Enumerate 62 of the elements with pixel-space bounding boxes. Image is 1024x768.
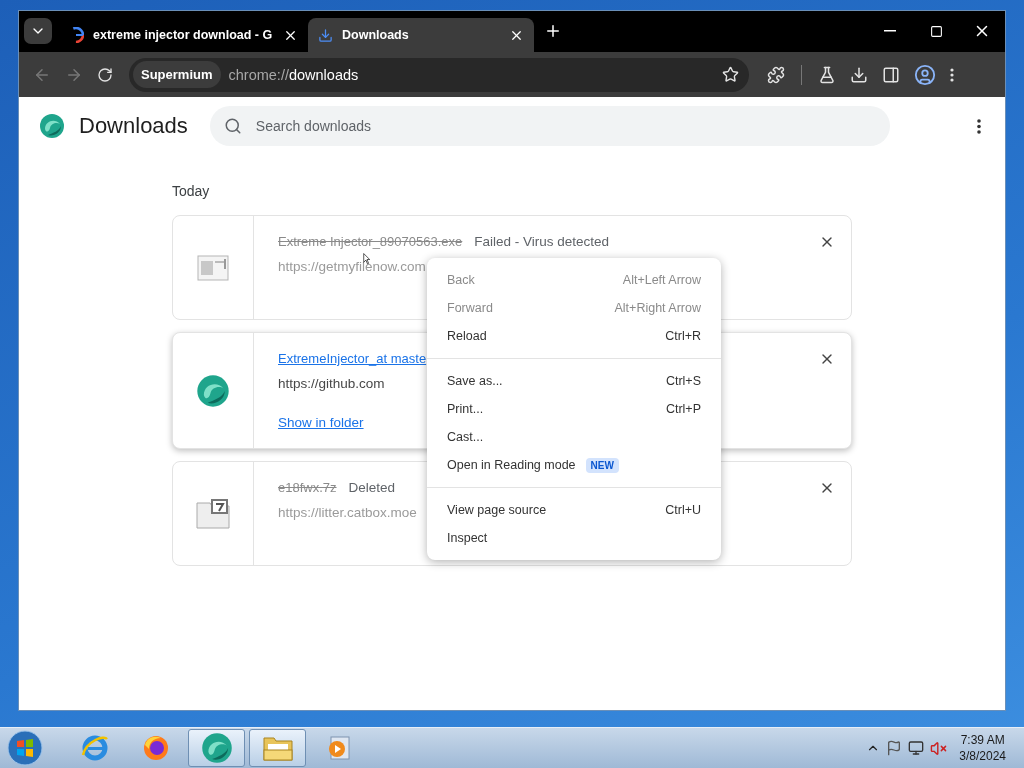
- taskbar-button[interactable]: [249, 729, 306, 767]
- browser-tab[interactable]: extreme injector download - G: [58, 18, 308, 52]
- section-heading: Today: [172, 183, 211, 199]
- app-icon: [200, 732, 233, 764]
- side-panel-icon: [882, 65, 900, 84]
- shortcut-text: Alt+Right Arrow: [614, 301, 701, 315]
- puzzle-icon: [767, 65, 785, 84]
- shortcut-text: Ctrl+P: [665, 402, 701, 416]
- search-icon: [223, 117, 242, 135]
- menu-item[interactable]: Print... Ctrl+P: [427, 395, 721, 423]
- menu-icon: [950, 67, 954, 82]
- source-url: https://getmyfilenow.com: [278, 259, 426, 274]
- flask-icon: [818, 65, 836, 84]
- download-icon: [850, 65, 868, 84]
- new-badge: NEW: [585, 457, 619, 473]
- shortcut-text: Alt+Left Arrow: [622, 273, 701, 287]
- shortcut-text: Ctrl+U: [665, 503, 701, 517]
- menu-icon: [977, 118, 981, 134]
- menu-item[interactable]: View page source Ctrl+U: [427, 496, 721, 524]
- document-icon: [197, 254, 229, 281]
- shortcut-text: Ctrl+R: [665, 329, 701, 343]
- menu-item[interactable]: Open in Reading mode NEW: [427, 451, 721, 479]
- volume-muted-icon[interactable]: [930, 739, 948, 757]
- browser-icon: [79, 733, 110, 763]
- menu-item[interactable]: Cast...: [427, 423, 721, 451]
- search-field[interactable]: Search downloads: [209, 106, 890, 146]
- flag-icon[interactable]: [886, 740, 903, 756]
- start-button[interactable]: [6, 729, 44, 767]
- folder-icon: [261, 734, 294, 762]
- clock[interactable]: 7:39 AM 3/8/2024: [959, 732, 1006, 764]
- page-title: Downloads: [79, 113, 188, 139]
- show-in-folder-link[interactable]: Show in folder: [278, 415, 364, 430]
- plus-icon: [544, 22, 562, 40]
- site-chip[interactable]: Supermium: [133, 61, 221, 88]
- file-name: e18fwx.7z: [278, 480, 337, 495]
- browser-tab[interactable]: Downloads: [308, 18, 534, 52]
- reload-icon: [97, 66, 113, 83]
- menu-item[interactable]: Reload Ctrl+R: [427, 322, 721, 350]
- address-bar[interactable]: Supermium chrome://downloads: [129, 57, 749, 92]
- menu-item[interactable]: Inspect: [427, 524, 721, 552]
- user-icon: [914, 63, 936, 86]
- file-icon: [196, 498, 230, 529]
- source-url: https://litter.catbox.moe: [278, 505, 417, 520]
- network-icon[interactable]: [908, 740, 925, 756]
- download-status: Deleted: [348, 480, 396, 495]
- app-logo-icon: [39, 113, 65, 139]
- download-icon: [318, 27, 333, 43]
- maximize-icon: [929, 24, 943, 38]
- download-status: Failed - Virus detected: [474, 234, 610, 249]
- clock-date: 3/8/2024: [959, 748, 1006, 764]
- file-name: Extreme Injector_89070563.exe: [278, 234, 463, 249]
- source-url: https://github.com: [278, 376, 385, 391]
- shortcut-text: Ctrl+S: [665, 374, 701, 388]
- clock-time: 7:39 AM: [960, 732, 1005, 748]
- app-icon: [196, 373, 230, 408]
- star-icon: [722, 66, 739, 83]
- file-name[interactable]: ExtremeInjector_at maste: [278, 351, 427, 366]
- url-text: chrome://downloads: [228, 66, 360, 83]
- tab-search-button[interactable]: [24, 18, 52, 44]
- taskbar-button[interactable]: [188, 729, 245, 767]
- menu-item[interactable]: Save as... Ctrl+S: [427, 367, 721, 395]
- minimize-icon: [884, 30, 896, 32]
